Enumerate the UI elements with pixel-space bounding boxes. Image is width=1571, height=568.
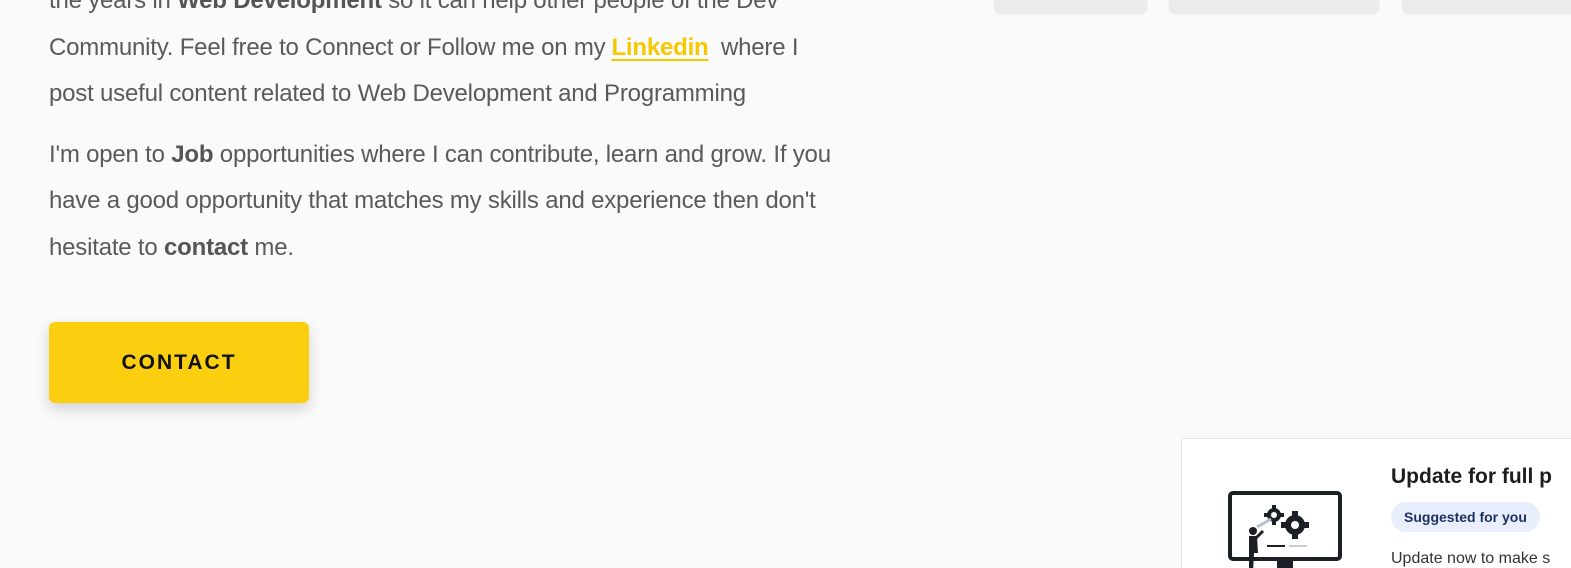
about-highlight-job: Job [171, 140, 214, 168]
nav-pill[interactable] [1169, 0, 1379, 14]
nav-pill[interactable] [1402, 0, 1571, 14]
update-suggestion-card[interactable]: Update for full p Suggested for you Upda… [1181, 438, 1571, 568]
about-text-fragment: I'm open to [49, 140, 172, 168]
suggested-badge: Suggested for you [1391, 502, 1540, 532]
about-highlight-contact: contact [164, 233, 248, 261]
monitor-gears-icon [1228, 491, 1342, 568]
about-section: the years in Web Development so it can h… [49, 0, 849, 285]
about-highlight-web-development: Web Development [177, 0, 382, 14]
update-card-title: Update for full p [1391, 465, 1552, 488]
about-text-fragment: me. [247, 233, 294, 261]
about-paragraph-intro: the years in Web Development so it can h… [49, 0, 849, 118]
nav-pill[interactable] [994, 0, 1147, 14]
about-paragraph-job: I'm open to Job opportunities where I ca… [49, 132, 849, 272]
contact-button[interactable]: CONTACT [49, 322, 309, 403]
update-card-description: Update now to make s [1391, 550, 1551, 567]
linkedin-link[interactable]: Linkedin [611, 34, 708, 61]
about-text-fragment: the years in [49, 0, 178, 14]
